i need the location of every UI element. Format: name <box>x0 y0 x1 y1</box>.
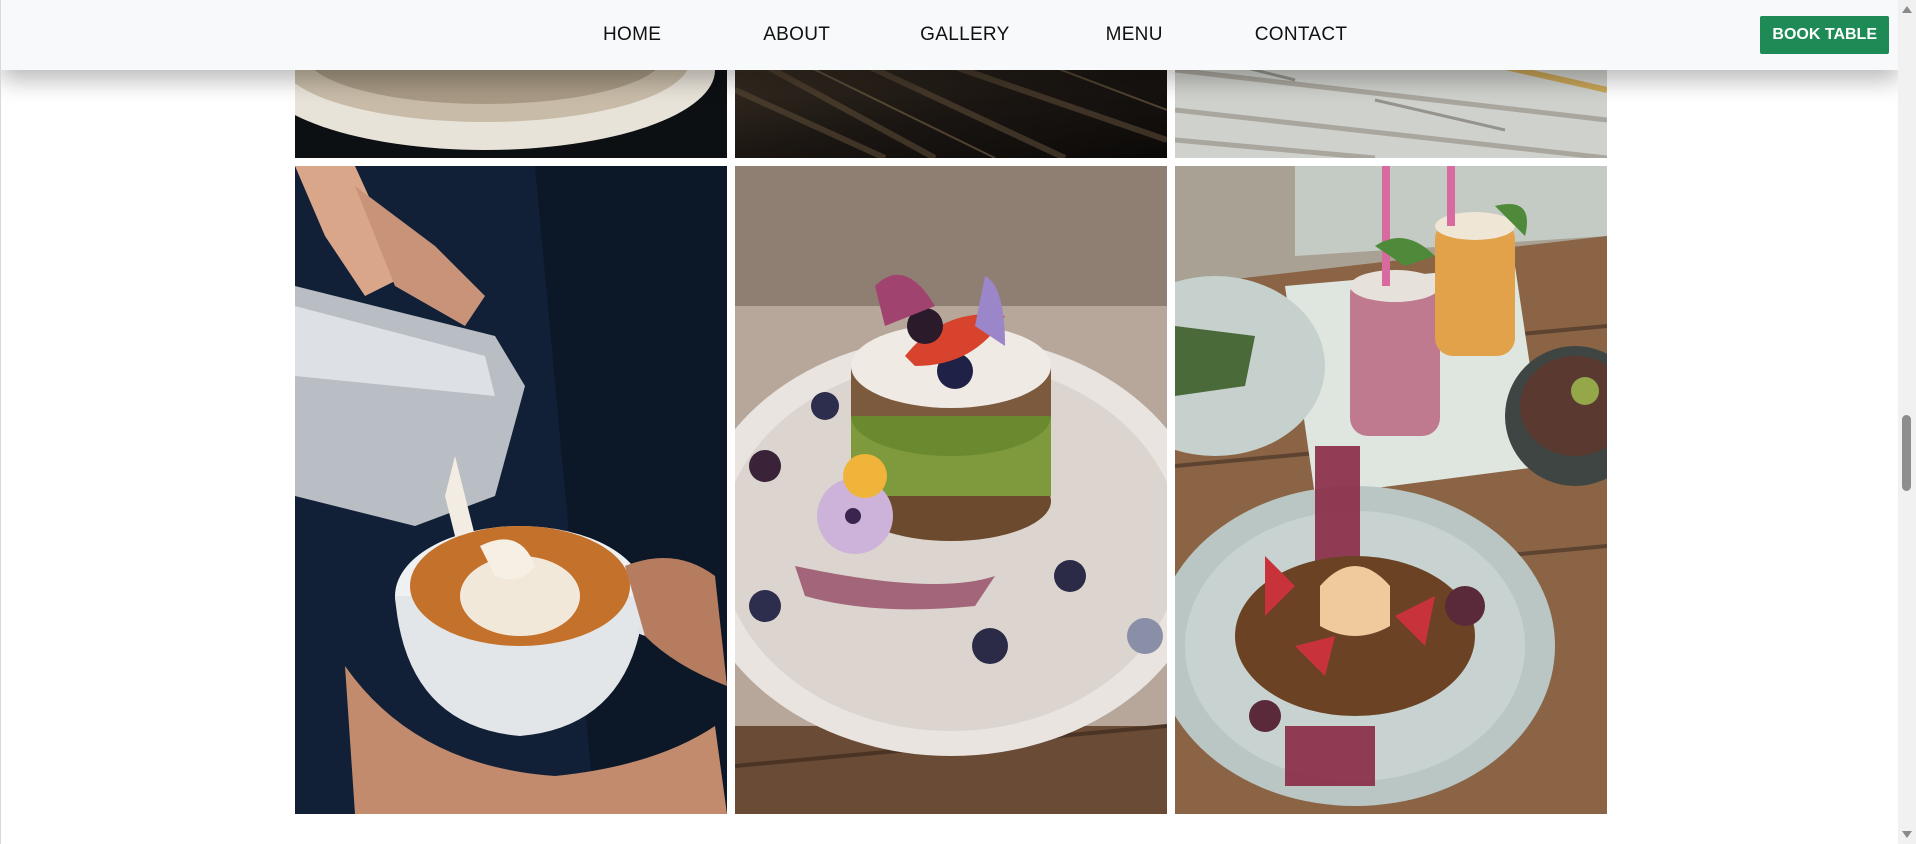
navbar: HOME ABOUT GALLERY MENU CONTACT BOOK TAB… <box>1 0 1898 70</box>
latte-pour-photo <box>295 166 727 814</box>
nav-item-about[interactable]: ABOUT <box>763 24 830 46</box>
book-table-button[interactable]: BOOK TABLE <box>1760 16 1889 54</box>
gallery-image-pancake[interactable] <box>735 166 1167 814</box>
scroll-down-icon[interactable] <box>1902 831 1912 838</box>
gallery-image-white-wood[interactable] <box>1175 60 1607 158</box>
gallery-image-smoothie-bowl[interactable] <box>1175 166 1607 814</box>
gallery-image-wood-table[interactable] <box>735 60 1167 158</box>
white-painted-wood-photo <box>1175 60 1607 158</box>
nav-links: HOME ABOUT GALLERY MENU CONTACT <box>563 0 1347 70</box>
scrollbar-thumb[interactable] <box>1902 415 1911 491</box>
nav-item-contact[interactable]: CONTACT <box>1255 24 1348 46</box>
gallery-image-latte[interactable] <box>295 166 727 814</box>
ceramic-plate-photo <box>295 60 727 158</box>
wood-table-photo <box>735 60 1167 158</box>
vertical-scrollbar[interactable] <box>1898 0 1916 844</box>
pancake-stack-photo <box>735 166 1167 814</box>
smoothie-bowl-photo <box>1175 166 1607 814</box>
nav-item-home[interactable]: HOME <box>603 24 661 46</box>
page: HOME ABOUT GALLERY MENU CONTACT BOOK TAB… <box>0 0 1898 844</box>
scroll-up-icon[interactable] <box>1902 6 1912 13</box>
gallery-image-ceramic-plate[interactable] <box>295 60 727 158</box>
nav-item-gallery[interactable]: GALLERY <box>920 24 1009 46</box>
nav-item-menu[interactable]: MENU <box>1106 24 1163 46</box>
